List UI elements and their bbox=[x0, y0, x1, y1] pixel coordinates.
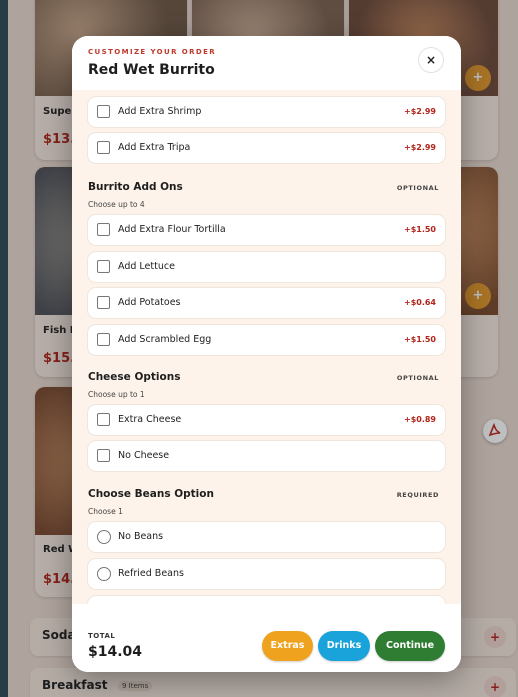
radio-button[interactable] bbox=[97, 567, 111, 581]
options-scroll-area[interactable]: Add Extra Shrimp +$2.99 Add Extra Tripa … bbox=[72, 90, 461, 604]
total-value: $14.04 bbox=[88, 644, 143, 660]
option-label: Add Potatoes bbox=[118, 297, 181, 308]
option-label: No Beans bbox=[118, 531, 164, 542]
option-price: +$0.89 bbox=[403, 415, 436, 424]
customize-order-modal: CUSTOMIZE YOUR ORDER Red Wet Burrito × A… bbox=[72, 36, 461, 672]
extras-button[interactable]: Extras bbox=[262, 631, 313, 661]
section-subtitle: Choose up to 1 bbox=[88, 390, 145, 399]
option-label: Add Extra Flour Tortilla bbox=[118, 224, 226, 235]
option-price: +$1.50 bbox=[403, 335, 436, 344]
option-label: No Cheese bbox=[118, 450, 170, 461]
drinks-button[interactable]: Drinks bbox=[318, 631, 370, 661]
modal-header: CUSTOMIZE YOUR ORDER Red Wet Burrito × bbox=[72, 36, 461, 90]
option-price: +$2.99 bbox=[403, 107, 436, 116]
checkbox[interactable] bbox=[97, 449, 110, 462]
option-refried-beans[interactable]: Refried Beans bbox=[88, 559, 445, 589]
option-no-cheese[interactable]: No Cheese bbox=[88, 441, 445, 471]
section-title: Cheese Options bbox=[88, 371, 181, 383]
modal-footer: TOTAL $14.04 Extras Drinks Continue bbox=[72, 604, 461, 672]
option-partial[interactable] bbox=[88, 596, 445, 604]
section-tag: OPTIONAL bbox=[396, 184, 439, 192]
checkbox[interactable] bbox=[97, 413, 110, 426]
checkbox[interactable] bbox=[97, 260, 110, 273]
modal-eyebrow: CUSTOMIZE YOUR ORDER bbox=[88, 48, 217, 56]
section-tag: OPTIONAL bbox=[396, 374, 439, 382]
option-extra-cheese[interactable]: Extra Cheese +$0.89 bbox=[88, 405, 445, 435]
radio-button[interactable] bbox=[97, 530, 111, 544]
option-no-beans[interactable]: No Beans bbox=[88, 522, 445, 552]
checkbox[interactable] bbox=[97, 105, 110, 118]
option-label: Add Lettuce bbox=[118, 261, 175, 272]
section-subtitle: Choose 1 bbox=[88, 507, 123, 516]
option-add-potatoes[interactable]: Add Potatoes +$0.64 bbox=[88, 288, 445, 318]
option-label: Add Extra Shrimp bbox=[118, 106, 202, 117]
checkbox[interactable] bbox=[97, 333, 110, 346]
option-label: Extra Cheese bbox=[118, 414, 182, 425]
option-add-extra-shrimp[interactable]: Add Extra Shrimp +$2.99 bbox=[88, 97, 445, 127]
option-add-extra-flour-tortilla[interactable]: Add Extra Flour Tortilla +$1.50 bbox=[88, 215, 445, 245]
total-label: TOTAL bbox=[88, 632, 116, 640]
option-price: +$1.50 bbox=[403, 225, 436, 234]
continue-button[interactable]: Continue bbox=[375, 631, 445, 661]
section-title: Burrito Add Ons bbox=[88, 181, 183, 193]
checkbox[interactable] bbox=[97, 141, 110, 154]
option-price: +$2.99 bbox=[403, 143, 436, 152]
checkbox[interactable] bbox=[97, 223, 110, 236]
section-tag: REQUIRED bbox=[396, 491, 439, 499]
section-title: Choose Beans Option bbox=[88, 488, 214, 500]
option-label: Add Extra Tripa bbox=[118, 142, 191, 153]
option-add-extra-tripa[interactable]: Add Extra Tripa +$2.99 bbox=[88, 133, 445, 163]
close-icon[interactable]: × bbox=[418, 47, 444, 73]
section-subtitle: Choose up to 4 bbox=[88, 200, 145, 209]
modal-title: Red Wet Burrito bbox=[88, 62, 215, 78]
option-price: +$0.64 bbox=[403, 298, 436, 307]
checkbox[interactable] bbox=[97, 296, 110, 309]
option-add-scrambled-egg[interactable]: Add Scrambled Egg +$1.50 bbox=[88, 325, 445, 355]
option-add-lettuce[interactable]: Add Lettuce bbox=[88, 252, 445, 282]
option-label: Add Scrambled Egg bbox=[118, 334, 212, 345]
option-label: Refried Beans bbox=[118, 568, 184, 579]
